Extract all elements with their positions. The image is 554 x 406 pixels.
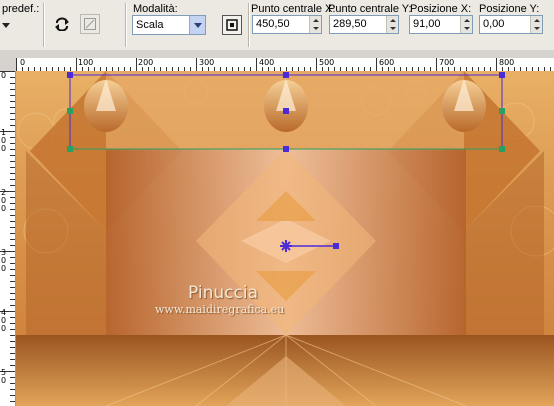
pos-y-field[interactable]: 0,00 — [479, 15, 543, 34]
ruler-ticks — [0, 71, 15, 402]
reset-button[interactable] — [52, 14, 72, 34]
chevron-down-icon — [2, 23, 10, 28]
center-x-value: 450,50 — [256, 18, 290, 30]
pos-x-value: 91,00 — [413, 18, 441, 30]
center-y-field[interactable]: 289,50 — [329, 15, 399, 34]
ruler-label: 2 0 0 — [1, 188, 7, 213]
ruler-label: 3 0 0 — [1, 248, 7, 273]
ruler-label: 500 — [319, 58, 335, 67]
mode-select-value: Scala — [136, 19, 164, 31]
ruler-label: 200 — [138, 58, 154, 67]
spinner-icon[interactable] — [386, 16, 398, 33]
chevron-down-icon — [189, 16, 205, 34]
mode-select[interactable]: Scala — [132, 15, 206, 35]
pos-x-label: Posizione X: — [410, 3, 472, 15]
ruler-label: 800 — [499, 58, 515, 67]
pos-y-label: Posizione Y: — [479, 3, 540, 15]
pos-x-field[interactable]: 91,00 — [409, 15, 473, 34]
center-x-label: Punto centrale X: — [251, 3, 336, 15]
center-y-label: Punto centrale Y: — [328, 3, 412, 15]
preset-dropdown[interactable] — [0, 16, 12, 36]
spinner-icon[interactable] — [309, 16, 321, 33]
tool-options-bar: predef.: Modalità: Scala Punto centrale … — [0, 0, 554, 51]
apply-transform-button[interactable] — [80, 14, 100, 34]
ruler-label: 700 — [439, 58, 455, 67]
pos-y-value: 0,00 — [483, 18, 505, 30]
ruler-label: 0 — [1, 71, 7, 80]
mode-label: Modalità: — [133, 3, 178, 15]
ruler-label: 4 0 0 — [1, 308, 7, 333]
ruler-ticks — [16, 58, 551, 71]
reset-arrows-icon — [55, 17, 69, 31]
transform-square-icon — [84, 18, 96, 30]
ruler-label: 0 — [20, 58, 26, 67]
ruler-label: 400 — [259, 58, 275, 67]
image-canvas[interactable] — [16, 71, 554, 406]
target-frame-icon — [226, 19, 238, 31]
center-x-field[interactable]: 450,50 — [252, 15, 322, 34]
ruler-label: 1 0 0 — [1, 128, 7, 153]
ruler-label: 600 — [379, 58, 395, 67]
artwork — [16, 71, 554, 406]
spinner-icon[interactable] — [530, 16, 542, 33]
horizontal-ruler[interactable]: 0 100 200 300 400 500 600 700 800 — [16, 58, 554, 72]
watermark-site: www.maidiregrafica.eu — [155, 303, 285, 316]
ruler-label: 300 — [199, 58, 215, 67]
spinner-icon[interactable] — [460, 16, 472, 33]
watermark-name: Pinuccia — [188, 283, 258, 303]
ruler-label: 5 0 — [1, 368, 7, 385]
preset-label: predef.: — [2, 3, 40, 15]
rotate-handle-button[interactable] — [222, 15, 242, 35]
center-y-value: 289,50 — [333, 18, 367, 30]
ruler-label: 100 — [78, 58, 94, 67]
vertical-ruler[interactable]: 0 1 0 0 2 0 0 3 0 0 4 0 0 5 0 — [0, 71, 16, 406]
